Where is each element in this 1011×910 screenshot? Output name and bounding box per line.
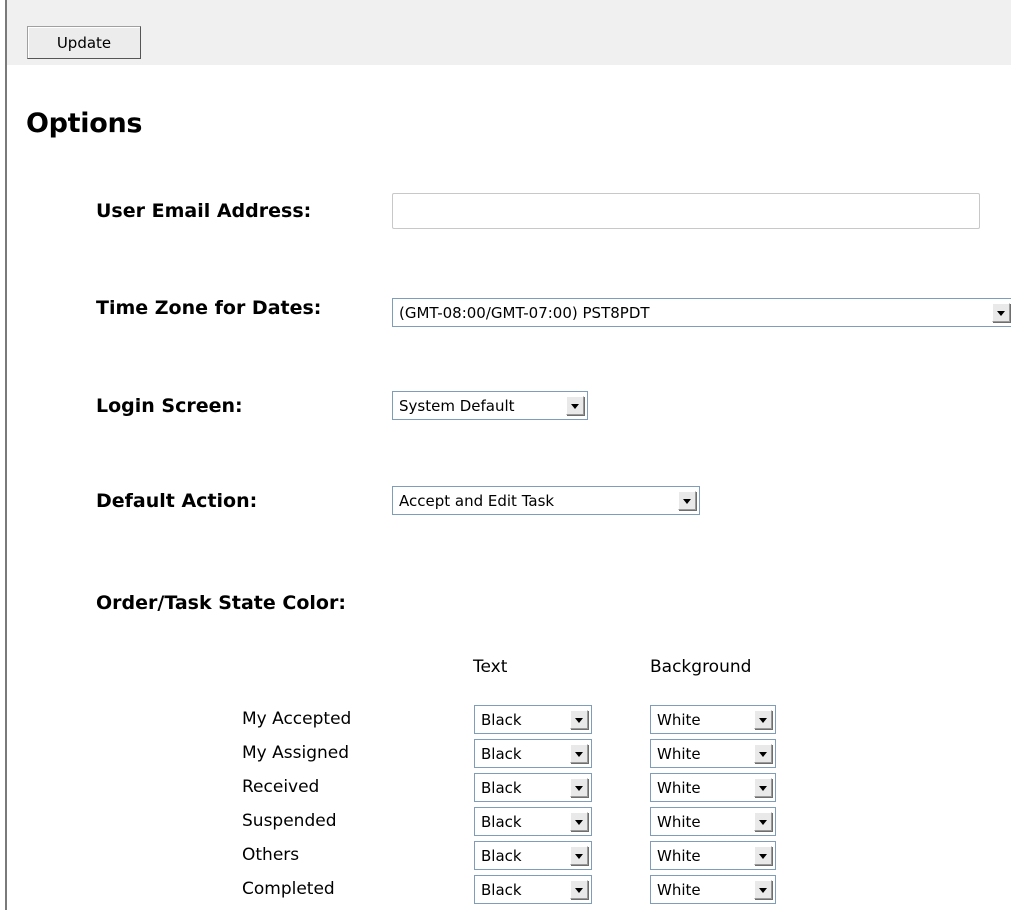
login-screen-label: Login Screen: (96, 395, 243, 417)
update-button[interactable]: Update (27, 26, 141, 59)
background-color-select[interactable]: White (650, 875, 776, 904)
text-color-value: Black (481, 711, 522, 729)
background-color-value: White (657, 711, 701, 729)
text-color-value: Black (481, 847, 522, 865)
state-row-label: My Assigned (242, 743, 350, 763)
text-color-value: Black (481, 779, 522, 797)
timezone-label: Time Zone for Dates: (96, 297, 322, 319)
timezone-select[interactable]: (GMT-08:00/GMT-07:00) PST8PDT (392, 298, 1011, 327)
chevron-down-icon[interactable] (570, 744, 588, 763)
background-color-value: White (657, 881, 701, 899)
text-color-value: Black (481, 813, 522, 831)
chevron-down-icon[interactable] (754, 778, 772, 797)
state-row-label: Suspended (242, 811, 337, 831)
chevron-down-icon[interactable] (754, 812, 772, 831)
text-color-select[interactable]: Black (474, 705, 592, 734)
page-title: Options (26, 108, 143, 139)
login-screen-select[interactable]: System Default (392, 391, 588, 420)
email-field[interactable] (392, 193, 980, 229)
background-color-select[interactable]: White (650, 705, 776, 734)
background-color-value: White (657, 847, 701, 865)
background-color-select[interactable]: White (650, 739, 776, 768)
chevron-down-icon[interactable] (678, 491, 696, 510)
state-row-label: Others (242, 845, 300, 865)
chevron-down-icon[interactable] (754, 744, 772, 763)
background-color-value: White (657, 813, 701, 831)
default-action-label: Default Action: (96, 490, 258, 512)
chevron-down-icon[interactable] (570, 812, 588, 831)
chevron-down-icon[interactable] (570, 710, 588, 729)
text-color-value: Black (481, 881, 522, 899)
chevron-down-icon[interactable] (754, 710, 772, 729)
state-color-label: Order/Task State Color: (96, 592, 346, 614)
email-label: User Email Address: (96, 200, 312, 222)
text-color-select[interactable]: Black (474, 739, 592, 768)
text-color-select[interactable]: Black (474, 841, 592, 870)
timezone-value: (GMT-08:00/GMT-07:00) PST8PDT (399, 304, 650, 322)
chevron-down-icon[interactable] (566, 396, 584, 415)
background-color-value: White (657, 745, 701, 763)
chevron-down-icon[interactable] (570, 880, 588, 899)
state-row-label: Completed (242, 879, 335, 899)
login-screen-value: System Default (399, 397, 515, 415)
background-color-select[interactable]: White (650, 807, 776, 836)
background-column-header: Background (650, 657, 752, 677)
toolbar: Update (7, 0, 1011, 65)
left-border (5, 0, 7, 910)
text-color-select[interactable]: Black (474, 773, 592, 802)
default-action-select[interactable]: Accept and Edit Task (392, 486, 700, 515)
chevron-down-icon[interactable] (754, 880, 772, 899)
text-color-value: Black (481, 745, 522, 763)
default-action-value: Accept and Edit Task (399, 492, 555, 510)
chevron-down-icon[interactable] (570, 778, 588, 797)
background-color-select[interactable]: White (650, 773, 776, 802)
chevron-down-icon[interactable] (992, 303, 1010, 322)
state-row-label: My Accepted (242, 709, 352, 729)
chevron-down-icon[interactable] (570, 846, 588, 865)
background-color-select[interactable]: White (650, 841, 776, 870)
text-color-select[interactable]: Black (474, 807, 592, 836)
state-row-label: Received (242, 777, 320, 797)
text-column-header: Text (473, 657, 508, 677)
chevron-down-icon[interactable] (754, 846, 772, 865)
text-color-select[interactable]: Black (474, 875, 592, 904)
background-color-value: White (657, 779, 701, 797)
